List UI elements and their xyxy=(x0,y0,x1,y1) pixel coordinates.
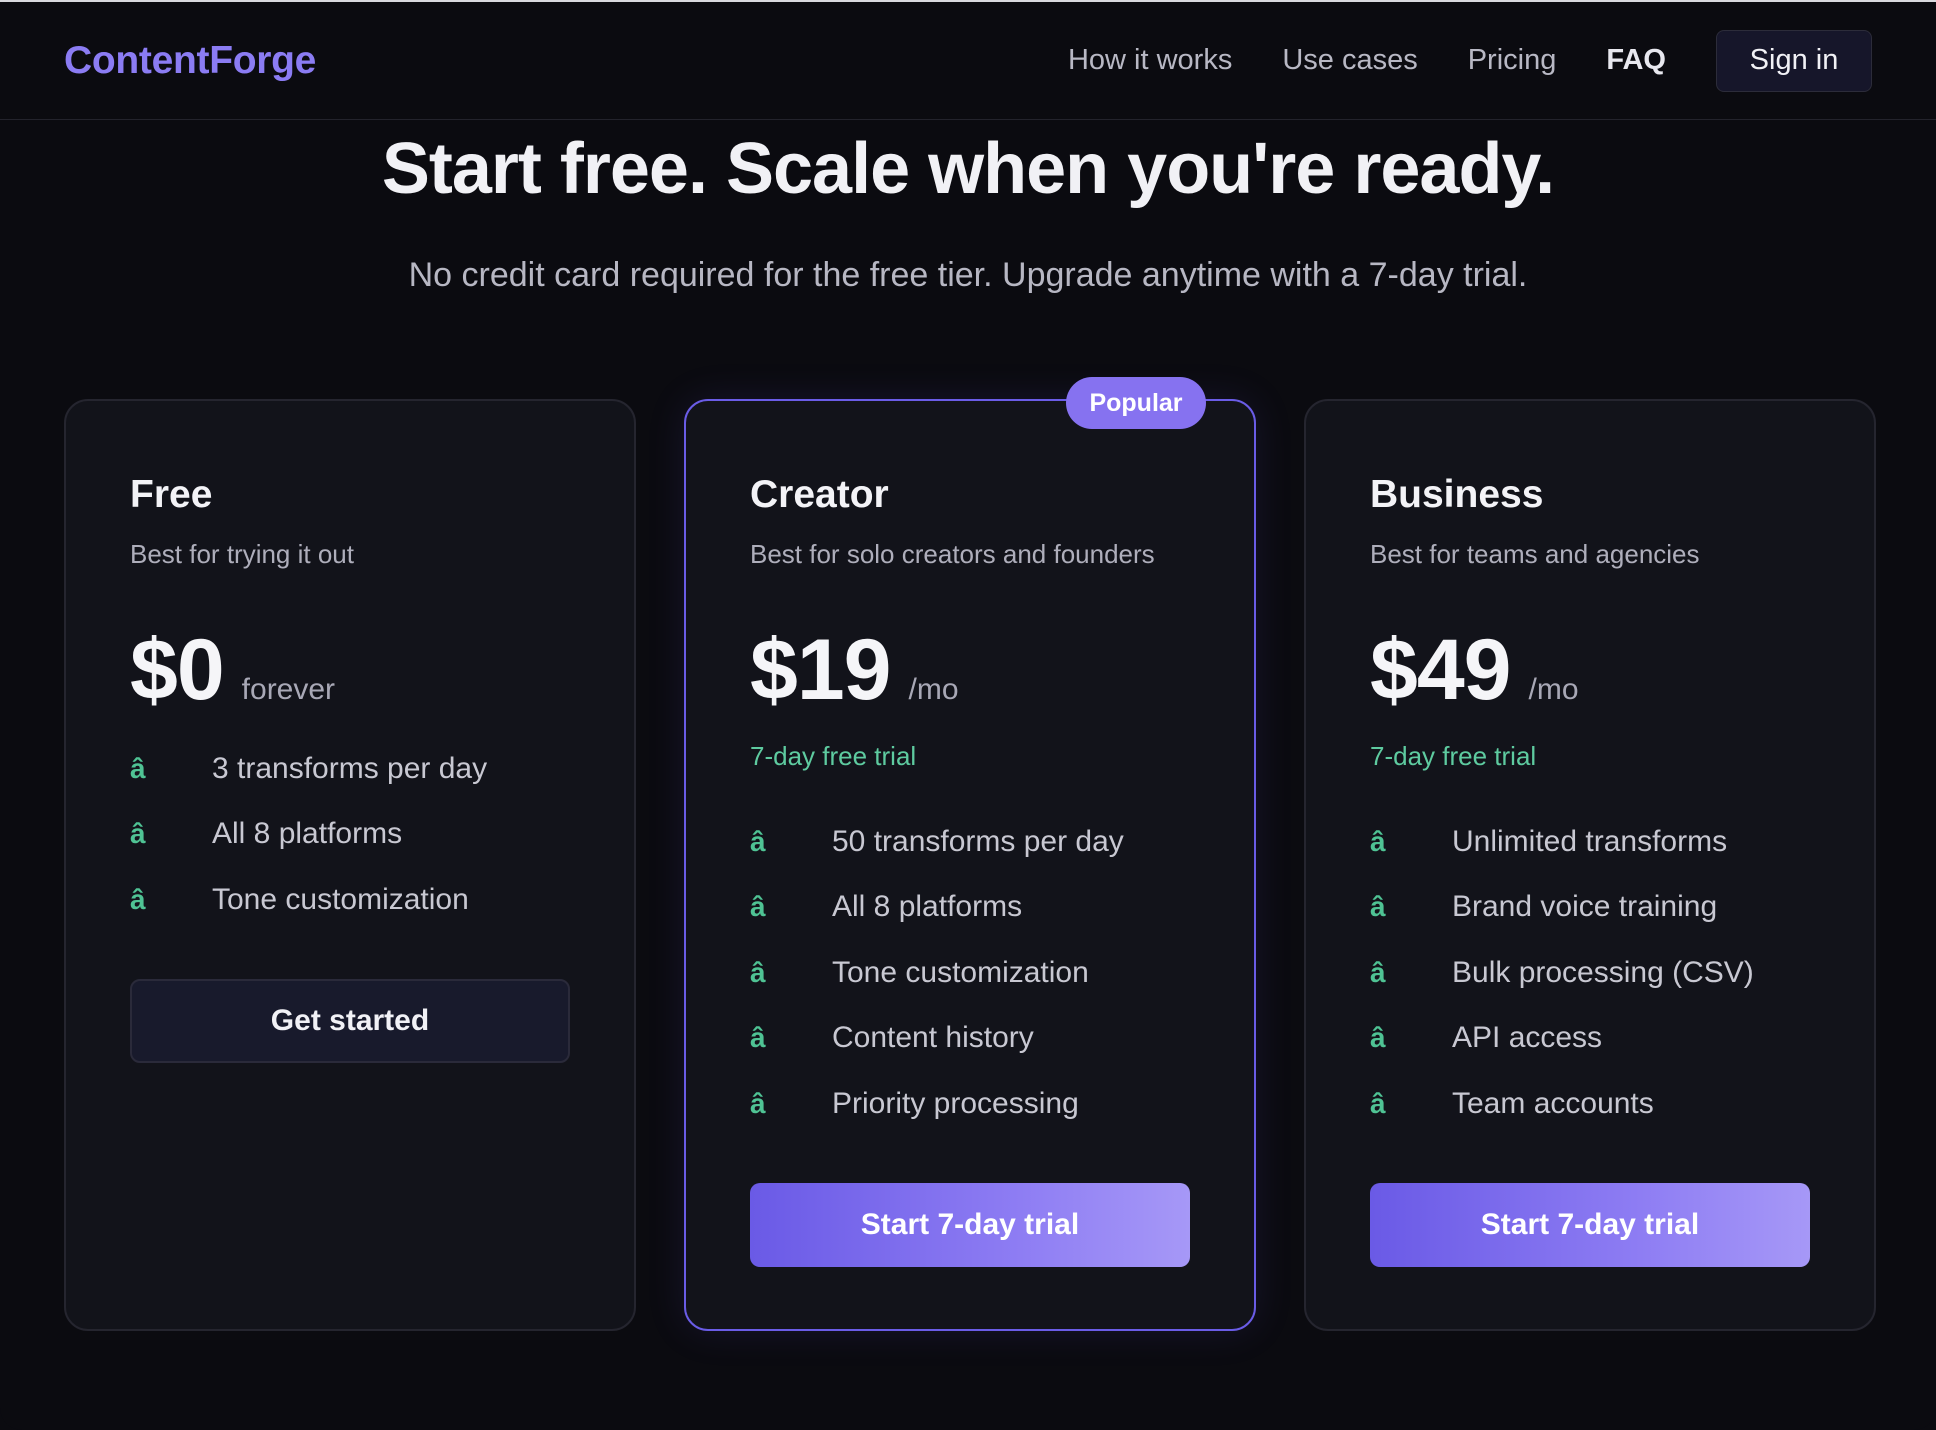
plan-price: $0 xyxy=(130,622,225,718)
feature-list: â 3 transforms per day â All 8 platforms â… xyxy=(130,736,487,933)
feature-item: â API access xyxy=(1370,1006,1754,1072)
feature-label: Tone customization xyxy=(832,955,1089,989)
check-icon: â xyxy=(1370,1087,1386,1119)
sign-in-button[interactable]: Sign in xyxy=(1716,29,1872,92)
check-icon: â xyxy=(130,818,146,850)
feature-item: â Tone customization xyxy=(130,867,487,933)
check-icon: â xyxy=(750,825,766,857)
plan-description: Best for trying it out xyxy=(130,539,354,569)
feature-item: â Brand voice training xyxy=(1370,875,1754,941)
main-nav: How it works Use cases Pricing FAQ Sign … xyxy=(1018,29,1872,92)
feature-item: â 50 transforms per day xyxy=(750,809,1124,875)
feature-item: â Unlimited transforms xyxy=(1370,809,1754,875)
feature-label: All 8 platforms xyxy=(212,817,403,851)
feature-label: API access xyxy=(1452,1021,1603,1055)
feature-list: â 50 transforms per day â All 8 platforms … xyxy=(750,809,1124,1137)
feature-label: Priority processing xyxy=(832,1086,1079,1120)
logo[interactable]: ContentForge xyxy=(64,39,316,83)
price-row: $19 /mo xyxy=(750,621,959,720)
plan-period: /mo xyxy=(908,673,959,706)
trial-note: 7-day free trial xyxy=(1370,741,1537,771)
feature-label: All 8 platforms xyxy=(832,890,1023,924)
pricing-page: ContentForge How it works Use cases Pric… xyxy=(0,0,1936,1430)
plan-name: Creator xyxy=(750,473,889,516)
plan-description: Best for teams and agencies xyxy=(1370,539,1700,569)
feature-item: â All 8 platforms xyxy=(750,875,1124,941)
feature-label: Content history xyxy=(832,1021,1034,1055)
feature-item: â Team accounts xyxy=(1370,1071,1754,1137)
plan-name: Free xyxy=(130,473,213,516)
feature-item: â Content history xyxy=(750,1006,1124,1072)
check-icon: â xyxy=(750,891,766,923)
check-icon: â xyxy=(750,1087,766,1119)
feature-item: â Priority processing xyxy=(750,1071,1124,1137)
plan-price: $49 xyxy=(1370,622,1511,718)
feature-label: Brand voice training xyxy=(1452,890,1718,924)
plan-card-creator: Popular Creator Best for solo creators a… xyxy=(684,377,1256,1331)
feature-label: Unlimited transforms xyxy=(1452,824,1728,858)
check-icon: â xyxy=(750,1022,766,1054)
nav-pricing[interactable]: Pricing xyxy=(1468,44,1557,77)
check-icon: â xyxy=(130,883,146,915)
feature-label: Bulk processing (CSV) xyxy=(1452,955,1754,989)
check-icon: â xyxy=(1370,825,1386,857)
plan-name: Business xyxy=(1370,473,1544,516)
nav-faq[interactable]: FAQ xyxy=(1606,44,1666,77)
plan-card-free: Free Best for trying it out $0 forever â… xyxy=(64,399,636,1331)
plan-price: $19 xyxy=(750,622,891,718)
start-trial-button[interactable]: Start 7-day trial xyxy=(1370,1183,1810,1267)
page-subtitle: No credit card required for the free tie… xyxy=(408,256,1528,294)
check-icon: â xyxy=(1370,1022,1386,1054)
feature-item: â Bulk processing (CSV) xyxy=(1370,940,1754,1006)
plan-description: Best for solo creators and founders xyxy=(750,539,1155,569)
check-icon: â xyxy=(1370,956,1386,988)
feature-label: Team accounts xyxy=(1452,1086,1654,1120)
nav-use-cases[interactable]: Use cases xyxy=(1282,44,1417,77)
feature-label: 3 transforms per day xyxy=(212,751,488,785)
check-icon: â xyxy=(1370,891,1386,923)
start-trial-button[interactable]: Start 7-day trial xyxy=(750,1183,1190,1267)
price-row: $0 forever xyxy=(130,621,335,720)
feature-item: â 3 transforms per day xyxy=(130,736,487,802)
feature-item: â All 8 platforms xyxy=(130,802,487,868)
plan-card-business: Business Best for teams and agencies $49… xyxy=(1304,399,1876,1331)
check-icon: â xyxy=(750,956,766,988)
price-row: $49 /mo xyxy=(1370,621,1579,720)
feature-label: Tone customization xyxy=(212,882,469,916)
page-title: Start free. Scale when you're ready. xyxy=(381,129,1555,209)
feature-list: â Unlimited transforms â Brand voice train… xyxy=(1370,809,1754,1137)
plan-period: /mo xyxy=(1528,673,1579,706)
nav-how-it-works[interactable]: How it works xyxy=(1068,44,1232,77)
trial-note: 7-day free trial xyxy=(750,741,917,771)
feature-label: 50 transforms per day xyxy=(832,824,1124,858)
plan-period: forever xyxy=(241,673,336,706)
get-started-button[interactable]: Get started xyxy=(130,979,570,1063)
site-header: ContentForge How it works Use cases Pric… xyxy=(0,2,1936,120)
popular-badge: Popular xyxy=(1066,377,1206,429)
feature-item: â Tone customization xyxy=(750,940,1124,1006)
check-icon: â xyxy=(130,752,146,784)
